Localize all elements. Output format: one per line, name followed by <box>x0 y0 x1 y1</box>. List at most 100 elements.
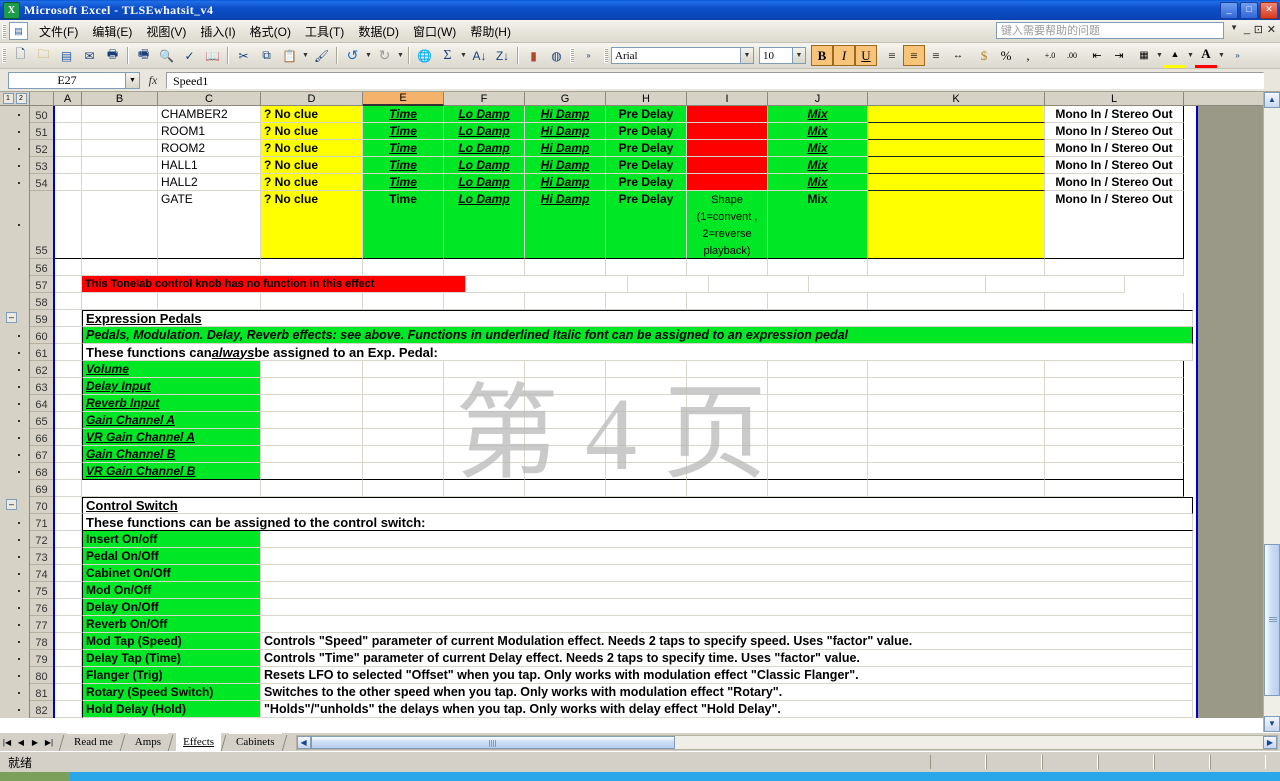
scroll-down-button[interactable]: ▼ <box>1264 716 1280 732</box>
cell-d[interactable] <box>261 429 363 446</box>
cell-l[interactable] <box>1045 378 1184 395</box>
switch-function-label[interactable]: Delay Tap (Time) <box>82 650 261 667</box>
redo-icon[interactable]: ↻ <box>374 45 395 66</box>
cell-h[interactable]: Pre Delay <box>606 140 687 157</box>
row-number[interactable]: 59 <box>30 310 54 327</box>
toolbar-grip-standard[interactable] <box>2 48 6 63</box>
cell-d[interactable] <box>261 361 363 378</box>
table-row[interactable]: 64 Reverb Input <box>0 395 1264 412</box>
switch-function-desc[interactable]: Controls "Time" parameter of current Del… <box>261 650 1193 667</box>
cell-k[interactable] <box>868 378 1045 395</box>
cell-i[interactable] <box>687 361 768 378</box>
cell-c[interactable]: ROOM1 <box>158 123 261 140</box>
switch-function-desc[interactable] <box>261 582 1193 599</box>
cell-d[interactable] <box>261 293 363 310</box>
cell-g[interactable]: Hi Damp <box>525 174 606 191</box>
section-heading-control-switch[interactable]: Control Switch <box>82 497 1193 514</box>
table-row[interactable]: 56 <box>0 259 1264 276</box>
cell-f[interactable]: Lo Damp <box>444 174 525 191</box>
table-row[interactable]: 82 Hold Delay (Hold) "Holds"/"unholds" t… <box>0 701 1264 718</box>
cell-f[interactable] <box>444 378 525 395</box>
outline-gutter[interactable] <box>0 140 30 157</box>
cell-a[interactable] <box>54 310 82 327</box>
table-row[interactable]: 71 These functions can be assigned to th… <box>0 514 1264 531</box>
table-row[interactable]: 50 CHAMBER2 ? No clue Time Lo Damp Hi Da… <box>0 106 1264 123</box>
cell-k[interactable] <box>868 395 1045 412</box>
comma-button[interactable]: , <box>1017 45 1039 66</box>
outline-gutter[interactable] <box>0 174 30 191</box>
table-row[interactable]: 79 Delay Tap (Time) Controls "Time" para… <box>0 650 1264 667</box>
row-number[interactable]: 64 <box>30 395 54 412</box>
pedal-function-item[interactable]: Delay Input <box>82 378 261 395</box>
print-icon[interactable]: 🖶 <box>102 45 123 66</box>
outline-level-2[interactable]: 2 <box>15 93 27 104</box>
cell-f[interactable] <box>444 480 525 497</box>
name-box-dropdown-icon[interactable]: ▼ <box>126 71 140 89</box>
cell-c[interactable]: HALL1 <box>158 157 261 174</box>
cell-f[interactable] <box>444 293 525 310</box>
switch-function-label[interactable]: Hold Delay (Hold) <box>82 701 261 718</box>
cell-e[interactable]: Time <box>363 140 444 157</box>
table-row[interactable]: 65 Gain Channel A <box>0 412 1264 429</box>
outline-gutter[interactable] <box>0 446 30 463</box>
outline-gutter[interactable]: – <box>0 310 30 327</box>
switch-function-desc[interactable]: Switches to the other speed when you tap… <box>261 684 1193 701</box>
sheet-tab-amps[interactable]: Amps <box>127 733 169 751</box>
outline-gutter[interactable] <box>0 514 30 531</box>
italic-button[interactable]: I <box>833 45 855 66</box>
switch-function-desc[interactable] <box>261 616 1193 633</box>
scroll-right-button[interactable]: ▶ <box>1263 735 1277 749</box>
cell-l[interactable] <box>1045 293 1184 310</box>
cut-icon[interactable]: ✂ <box>233 45 254 66</box>
outline-gutter[interactable] <box>0 684 30 701</box>
cell-j[interactable]: Mix <box>768 106 868 123</box>
cell-a[interactable] <box>54 140 82 157</box>
toolbar-overflow-grip[interactable] <box>570 48 574 63</box>
row-number[interactable]: 69 <box>30 480 54 497</box>
cell-j[interactable]: Mix <box>768 174 868 191</box>
row-number[interactable]: 79 <box>30 650 54 667</box>
cell-c[interactable] <box>158 259 261 276</box>
row-number[interactable]: 56 <box>30 259 54 276</box>
row-number[interactable]: 57 <box>30 276 54 293</box>
table-row[interactable]: 54 HALL2 ? No clue Time Lo Damp Hi Damp … <box>0 174 1264 191</box>
menu-file[interactable]: 文件(F) <box>32 21 85 42</box>
column-header-d[interactable]: D <box>261 92 363 106</box>
font-size-input[interactable]: 10 <box>759 47 793 64</box>
currency-button[interactable]: $ <box>973 45 995 66</box>
column-header-l[interactable]: L <box>1045 92 1184 106</box>
horizontal-scrollbar[interactable]: ◀ ▶ <box>295 734 1278 750</box>
table-row[interactable]: 61 These functions can always be assigne… <box>0 344 1264 361</box>
cell-k[interactable] <box>868 463 1045 480</box>
row-number[interactable]: 55 <box>30 191 54 259</box>
row-number[interactable]: 74 <box>30 565 54 582</box>
row-number[interactable]: 58 <box>30 293 54 310</box>
doc-close-button[interactable]: ✕ <box>1267 23 1276 36</box>
save-icon[interactable]: ▤ <box>56 45 77 66</box>
cell-a[interactable] <box>54 344 82 361</box>
cell-e[interactable] <box>363 361 444 378</box>
cell-a[interactable] <box>54 667 82 684</box>
table-row[interactable]: 72 Insert On/off <box>0 531 1264 548</box>
cell-f[interactable] <box>444 429 525 446</box>
menu-insert[interactable]: 插入(I) <box>193 21 242 42</box>
switch-function-desc[interactable] <box>261 548 1193 565</box>
cell-l[interactable] <box>986 276 1125 293</box>
outline-gutter[interactable] <box>0 463 30 480</box>
switch-function-label[interactable]: Insert On/off <box>82 531 261 548</box>
cell-a[interactable] <box>54 395 82 412</box>
outline-gutter[interactable] <box>0 157 30 174</box>
outline-gutter[interactable] <box>0 344 30 361</box>
cell-k[interactable] <box>868 429 1045 446</box>
cell-f[interactable] <box>444 463 525 480</box>
cell-j[interactable]: Mix <box>768 140 868 157</box>
help-icon[interactable]: ◍ <box>546 45 567 66</box>
cell-l[interactable] <box>1045 446 1184 463</box>
row-number[interactable]: 53 <box>30 157 54 174</box>
table-row[interactable]: 75 Mod On/Off <box>0 582 1264 599</box>
cell-k[interactable] <box>868 140 1045 157</box>
table-row[interactable]: 51 ROOM1 ? No clue Time Lo Damp Hi Damp … <box>0 123 1264 140</box>
table-row[interactable]: 55 GATE ? No clue Time Lo Damp Hi Damp P… <box>0 191 1264 259</box>
outline-gutter[interactable] <box>0 633 30 650</box>
cell-e[interactable]: Time <box>363 157 444 174</box>
